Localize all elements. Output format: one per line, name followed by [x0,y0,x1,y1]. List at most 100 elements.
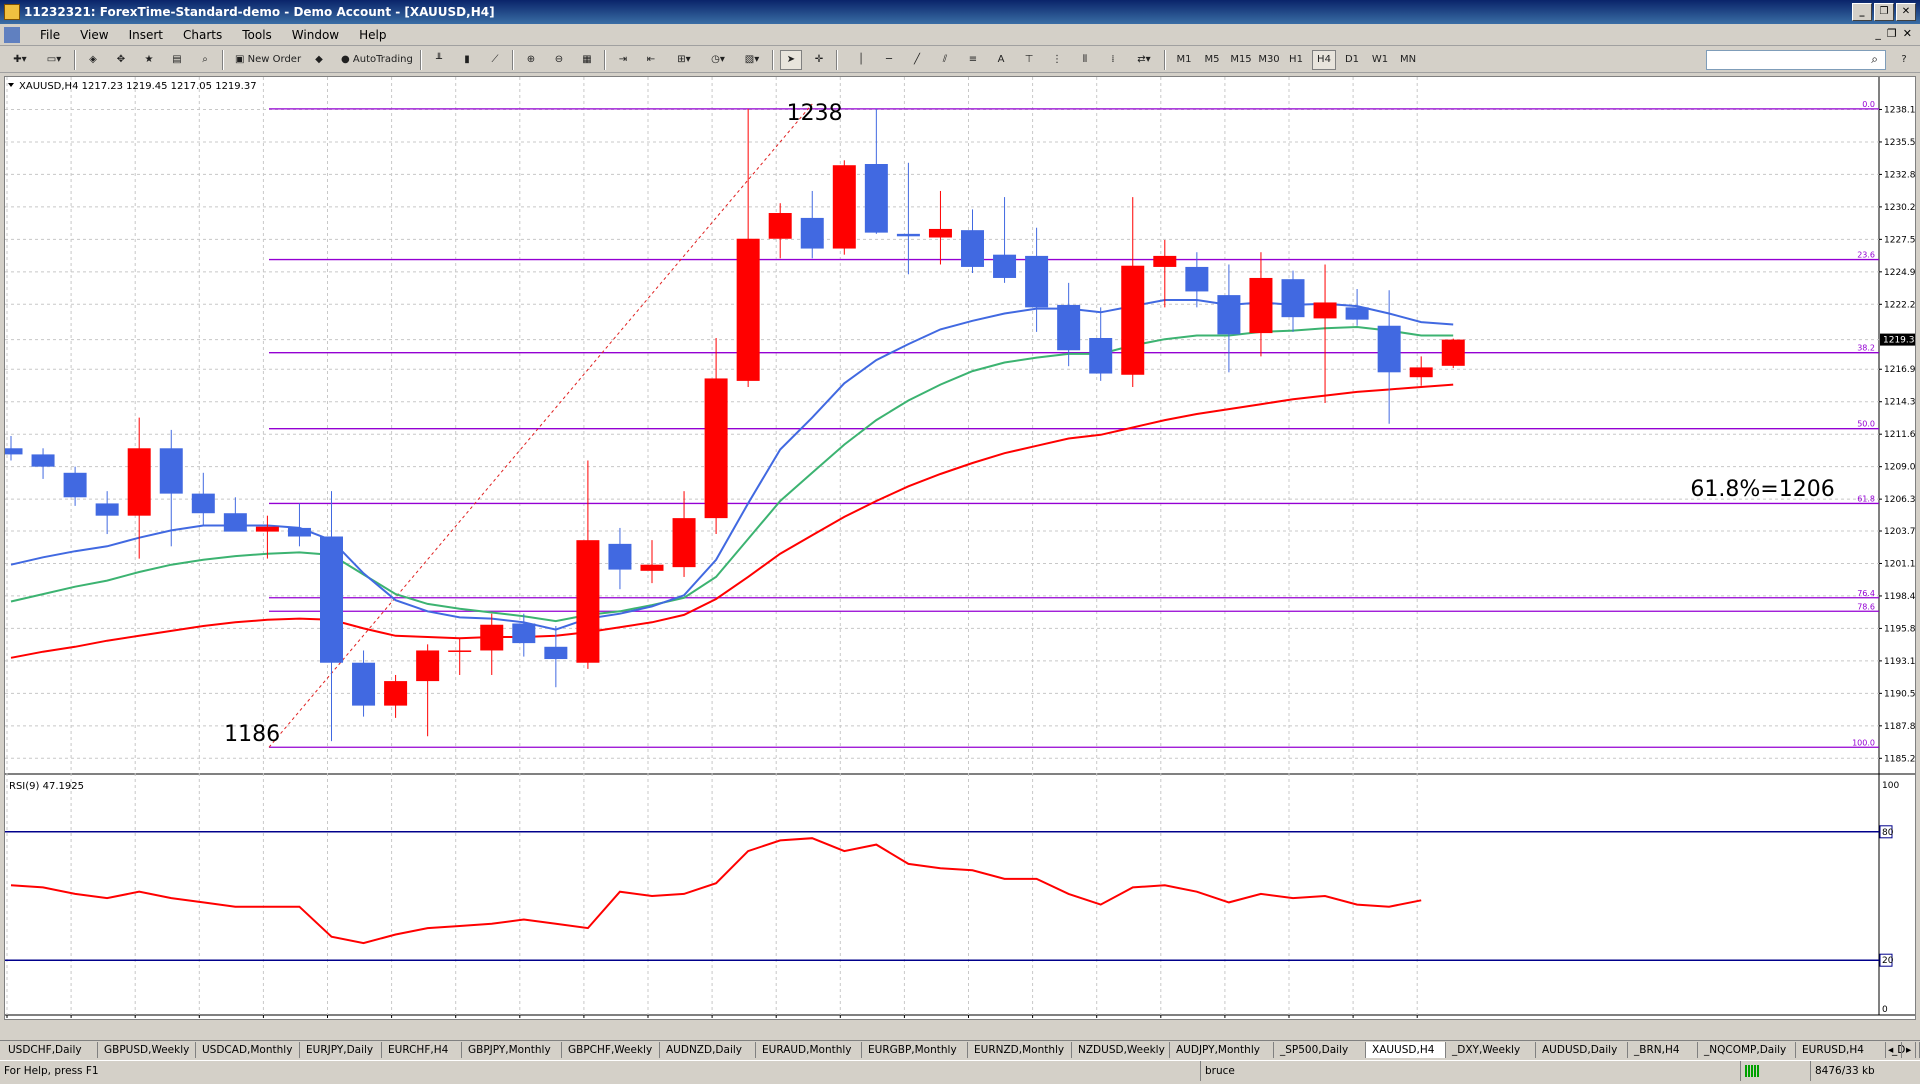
equidistant-channel-icon[interactable]: ⫽ [934,50,956,70]
new-order-button[interactable]: ▣ New Order [230,50,304,70]
search-input[interactable] [1706,50,1886,70]
strategy-tester-icon[interactable]: ⌕ [194,50,216,70]
fan-icon[interactable]: ⦀ [1074,50,1096,70]
timeframe-d1[interactable]: D1 [1340,50,1364,70]
symbol-tab[interactable]: EURGBP,Monthly [862,1042,968,1058]
candle-body [191,493,215,514]
candle-body [1217,295,1241,335]
mdi-minimize-button[interactable]: _ [1875,27,1881,40]
timeframe-mn[interactable]: MN [1396,50,1420,70]
mdi-restore-button[interactable]: ❐ [1887,27,1897,40]
crosshair-icon[interactable]: ✛ [808,50,830,70]
candle-body [1377,325,1401,373]
menu-help[interactable]: Help [349,28,396,42]
data-window-icon[interactable]: ✥ [110,50,132,70]
symbol-tab[interactable]: EURNZD,Monthly [968,1042,1072,1058]
symbol-tab[interactable]: GBPUSD,Weekly [98,1042,196,1058]
new-chart-icon[interactable]: ✚▾ [6,50,34,70]
restore-button[interactable]: ❐ [1874,3,1894,21]
symbol-tab[interactable]: _BRN,H4 [1628,1042,1698,1058]
symbol-tab[interactable]: USDCHF,Daily [2,1042,98,1058]
autotrading-button[interactable]: ● AutoTrading [336,50,416,70]
timeframe-m5[interactable]: M5 [1200,50,1224,70]
symbol-tab[interactable]: AUDJPY,Monthly [1170,1042,1274,1058]
connection-bars-icon [1745,1065,1759,1077]
search-icon[interactable]: ⌕ [1871,52,1878,67]
annotation-high: 1238 [787,101,843,126]
zoom-in-icon[interactable]: ⊕ [520,50,542,70]
xauusd-h4-chart[interactable]: XAUUSD,H4 1217.23 1219.45 1217.05 1219.3… [5,77,1915,1019]
timeframe-m1[interactable]: M1 [1172,50,1196,70]
periods-icon[interactable]: ◷▾ [704,50,732,70]
symbol-tab[interactable]: AUDNZD,Daily [660,1042,756,1058]
menu-insert[interactable]: Insert [119,28,173,42]
fibonacci-retracement-icon[interactable]: ≡ [962,50,984,70]
candle-body [352,662,376,706]
metaeditor-icon[interactable]: ◆ [308,50,330,70]
candle-body [1121,265,1145,375]
horizontal-line-icon[interactable]: ─ [878,50,900,70]
symbol-tab[interactable]: _NQCOMP,Daily [1698,1042,1796,1058]
vertical-line-icon[interactable]: │ [850,50,872,70]
timeframe-m30[interactable]: M30 [1256,50,1282,70]
menu-charts[interactable]: Charts [173,28,232,42]
templates-icon[interactable]: ▧▾ [738,50,766,70]
gann-icon[interactable]: ⋮ [1046,50,1068,70]
timeframe-h1[interactable]: H1 [1284,50,1308,70]
profiles-icon[interactable]: ▭▾ [40,50,68,70]
tabs-scroll-left-icon[interactable]: ◂ [1884,1042,1902,1058]
menu-view[interactable]: View [70,28,118,42]
autoscroll-icon[interactable]: ⇥ [612,50,634,70]
symbol-tab[interactable]: XAUUSD,H4 [1366,1042,1446,1058]
help-icon[interactable]: ? [1894,50,1914,70]
market-watch-icon[interactable]: ◈ [82,50,104,70]
symbol-tab[interactable]: EURUSD,H4 [1796,1042,1886,1058]
candle-body [1313,302,1337,319]
mdi-close-button[interactable]: ✕ [1903,27,1912,40]
candle-body [512,623,536,644]
menu-file[interactable]: File [30,28,70,42]
candle-body [1441,339,1465,366]
symbol-tab[interactable]: USDCAD,Monthly [196,1042,300,1058]
candle-body [672,518,696,568]
zoom-out-icon[interactable]: ⊖ [548,50,570,70]
candle-body [223,513,247,532]
symbol-tab[interactable]: AUDUSD,Daily [1536,1042,1628,1058]
ema-fast-line [10,299,1454,631]
indicators-icon[interactable]: ⊞▾ [670,50,698,70]
chart-window-icon[interactable] [4,26,20,43]
rsi-tick-label: 0 [1882,1005,1888,1015]
symbol-tab[interactable]: NZDUSD,Weekly [1072,1042,1170,1058]
candle-body [1057,304,1081,351]
symbol-tab[interactable]: GBPJPY,Monthly [462,1042,562,1058]
menu-window[interactable]: Window [282,28,349,42]
symbol-tab[interactable]: EURAUD,Monthly [756,1042,862,1058]
candlestick-icon[interactable]: ▮ [456,50,478,70]
symbol-tab[interactable]: EURCHF,H4 [382,1042,462,1058]
symbol-tab[interactable]: _DXY,Weekly [1446,1042,1536,1058]
trendline-icon[interactable]: ╱ [906,50,928,70]
toolbar: ✚▾ ▭▾ ◈ ✥ ★ ▤ ⌕ ▣ New Order ◆ ● AutoTrad… [0,47,1920,73]
symbol-tab[interactable]: EURJPY,Daily [300,1042,382,1058]
bar-chart-icon[interactable]: ╨ [428,50,450,70]
navigator-icon[interactable]: ★ [138,50,160,70]
menu-tools[interactable]: Tools [232,28,282,42]
chart-shift-icon[interactable]: ⇤ [640,50,662,70]
symbol-tab[interactable]: GBPCHF,Weekly [562,1042,660,1058]
text-label-icon[interactable]: ⊤ [1018,50,1040,70]
tile-windows-icon[interactable]: ▦ [576,50,598,70]
arrows-icon[interactable]: ⇄▾ [1130,50,1158,70]
terminal-icon[interactable]: ▤ [166,50,188,70]
minimize-button[interactable]: _ [1852,3,1872,21]
cycle-lines-icon[interactable]: ⁞ [1102,50,1124,70]
symbol-tab[interactable]: _SP500,Daily [1274,1042,1366,1058]
tabs-scroll-right-icon[interactable]: ▸ [1902,1042,1920,1058]
line-chart-icon[interactable]: ⟋ [484,50,506,70]
chart-window[interactable]: XAUUSD,H4 1217.23 1219.45 1217.05 1219.3… [4,76,1916,1020]
timeframe-w1[interactable]: W1 [1368,50,1392,70]
close-button[interactable]: ✕ [1896,3,1916,21]
timeframe-m15[interactable]: M15 [1228,50,1254,70]
text-tool-icon[interactable]: A [990,50,1012,70]
timeframe-h4[interactable]: H4 [1312,50,1336,70]
cursor-icon[interactable]: ➤ [780,50,802,70]
